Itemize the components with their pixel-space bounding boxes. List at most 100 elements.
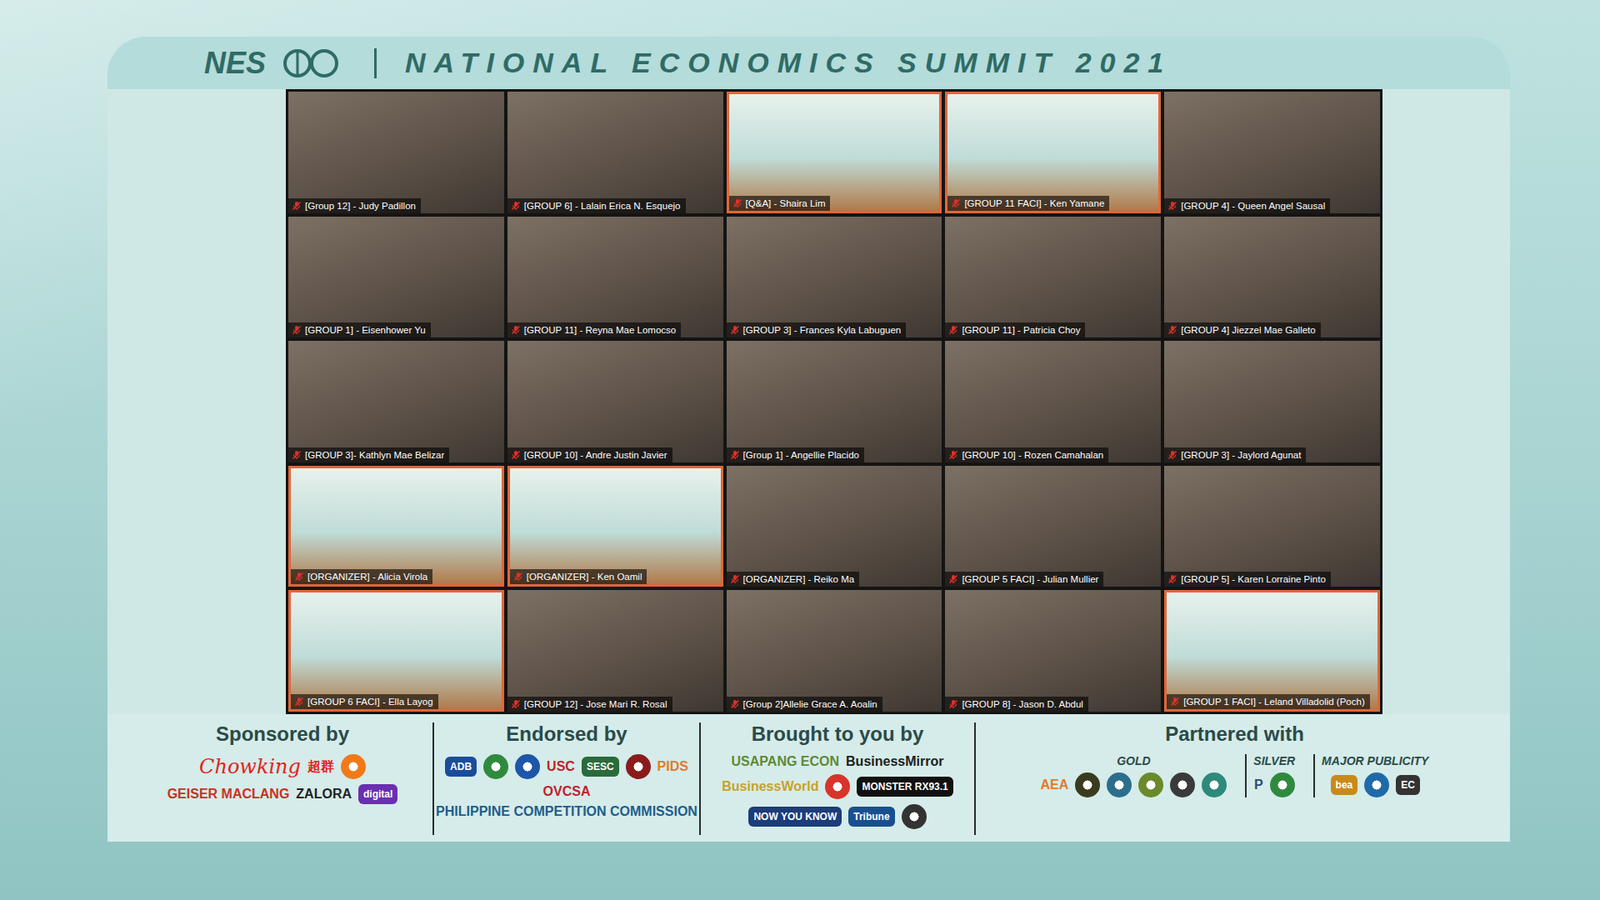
tier-label: MAJOR PUBLICITY [1321, 754, 1429, 768]
participant-tile[interactable]: [GROUP 3] - Frances Kyla Labuguen [726, 216, 943, 339]
participant-tile[interactable]: [GROUP 4] - Queen Angel Sausal [1164, 91, 1380, 214]
muted-mic-icon [294, 571, 305, 582]
word-logo: USC [546, 759, 575, 775]
sponsor-tier: SILVERP [1245, 754, 1302, 798]
section-title: Endorsed by [505, 722, 627, 746]
tier-row: GOLD AEA SILVERP MAJOR PUBLICITY beaEC [984, 754, 1485, 798]
participant-tile[interactable]: [Q&A] - Shaira Lim [726, 91, 943, 214]
participant-tile[interactable]: [GROUP 10] - Rozen Camahalan [945, 340, 1161, 463]
participant-name: [GROUP 6] - Lalain Erica N. Esquejo [524, 200, 681, 211]
participant-name: [GROUP 11 FACI] - Ken Yamane [964, 198, 1105, 209]
participant-tile[interactable]: [GROUP 1 FACI] - Leland Villadolid (Poch… [1164, 590, 1380, 712]
muted-mic-icon [1167, 450, 1178, 460]
name-tag: [Q&A] - Shaira Lim [729, 195, 831, 211]
word-logo: 超群 [307, 758, 335, 776]
seal-logo-icon [1364, 772, 1390, 798]
muted-mic-icon [732, 198, 743, 209]
participant-tile[interactable]: [GROUP 11] - Patricia Choy [945, 216, 1161, 339]
logo-row: AEA [1040, 772, 1228, 798]
broadcast-frame: NESNATIONAL ECONOMICS SUMMIT 2021[Group … [107, 36, 1510, 842]
participant-name: [ORGANIZER] - Reiko Ma [743, 574, 855, 585]
name-tag: [GROUP 3] - Frances Kyla Labuguen [726, 322, 907, 338]
participant-tile[interactable]: [GROUP 6] - Lalain Erica N. Esquejo [507, 91, 724, 214]
muted-mic-icon [291, 325, 302, 335]
tier-row: USAPANG ECONBusinessMirrorBusinessWorldM… [709, 754, 966, 830]
participant-tile[interactable]: [GROUP 11] - Reyna Mae Lomocso [507, 216, 724, 339]
sponsor-tier: USAPANG ECONBusinessMirrorBusinessWorldM… [709, 754, 966, 830]
badge-logo: EC [1395, 775, 1420, 795]
participant-tile[interactable]: [GROUP 5] - Karen Lorraine Pinto [1164, 465, 1380, 588]
participant-tile[interactable]: [GROUP 6 FACI] - Ella Layog [288, 590, 505, 712]
name-tag: [GROUP 10] - Andre Justin Javier [507, 447, 673, 463]
participant-tile[interactable]: [GROUP 12] - Jose Mari R. Rosal [507, 590, 724, 712]
page: NESNATIONAL ECONOMICS SUMMIT 2021[Group … [0, 0, 1600, 900]
muted-mic-icon [730, 699, 740, 710]
name-tag: [GROUP 11] - Reyna Mae Lomocso [507, 322, 681, 338]
participant-tile[interactable]: [GROUP 3]- Kathlyn Mae Belizar [288, 340, 505, 463]
badge-logo: Tribune [848, 806, 895, 827]
muted-mic-icon [1170, 696, 1180, 707]
seal-logo-icon [901, 804, 927, 830]
participant-tile[interactable]: [Group 2]Allelie Grace A. Aoalin [726, 590, 943, 712]
participant-tile[interactable]: [GROUP 8] - Jason D. Abdul [945, 590, 1161, 712]
sponsor-tier: Chowking超群GEISER MACLANGZALORAdigital [140, 754, 425, 805]
tier-label: SILVER [1253, 754, 1295, 768]
name-tag: [Group 2]Allelie Grace A. Aoalin [726, 696, 883, 712]
muted-mic-icon [513, 571, 524, 582]
name-tag: [GROUP 10] - Rozen Camahalan [945, 447, 1109, 463]
word-logo: BusinessMirror [845, 754, 944, 770]
participant-name: [GROUP 4] - Queen Angel Sausal [1180, 200, 1325, 211]
participant-tile[interactable]: [ORGANIZER] - Reiko Ma [726, 465, 943, 588]
participant-name: [GROUP 8] - Jason D. Abdul [961, 699, 1084, 710]
participant-tile[interactable]: [Group 1] - Angellie Placido [726, 340, 943, 463]
participant-tile[interactable]: [GROUP 1] - Eisenhower Yu [288, 216, 505, 339]
participant-name: [Group 1] - Angellie Placido [743, 450, 860, 460]
word-logo: PIDS [657, 759, 689, 775]
participant-tile[interactable]: [GROUP 4] Jiezzel Mae Galleto [1164, 216, 1380, 339]
participant-name: [Group 2]Allelie Grace A. Aoalin [743, 699, 878, 710]
participant-tile[interactable]: [GROUP 3] - Jaylord Agunat [1164, 340, 1380, 463]
participant-tile[interactable]: [GROUP 10] - Andre Justin Javier [507, 340, 724, 463]
muted-mic-icon [510, 450, 521, 460]
section-title: Brought to you by [751, 722, 925, 746]
seal-logo-icon [1170, 772, 1195, 798]
script-logo: Chowking [199, 755, 301, 779]
muted-mic-icon [950, 198, 961, 209]
name-tag: [GROUP 5] - Karen Lorraine Pinto [1164, 571, 1331, 587]
muted-mic-icon [948, 450, 959, 460]
tier-label: GOLD [1116, 754, 1150, 768]
seal-logo-icon [515, 754, 540, 780]
nes-logo: NES [204, 45, 266, 81]
participant-name: [GROUP 11] - Reyna Mae Lomocso [524, 325, 676, 335]
seal-logo-icon [625, 754, 651, 780]
name-tag: [Group 1] - Angellie Placido [726, 447, 865, 463]
participant-name: [Group 12] - Judy Padillon [305, 200, 416, 211]
participant-tile[interactable]: [GROUP 5 FACI] - Julian Mullier [945, 465, 1161, 588]
muted-mic-icon [730, 574, 740, 585]
tier-row: ADBUSCSESCPIDSOVCSAPHILIPPINE COMPETITIO… [442, 754, 691, 820]
participant-tile[interactable]: [Group 12] - Judy Padillon [288, 91, 505, 214]
name-tag: [GROUP 1 FACI] - Leland Villadolid (Poch… [1166, 694, 1370, 710]
logo-row: beaEC [1330, 772, 1420, 798]
muted-mic-icon [1167, 325, 1178, 335]
name-tag: [ORGANIZER] - Alicia Virola [290, 569, 433, 585]
summit-globe-icon [279, 46, 346, 80]
sponsor-section: Brought to you by USAPANG ECONBusinessMir… [699, 722, 975, 835]
participant-tile[interactable]: [ORGANIZER] - Alicia Virola [288, 465, 505, 588]
muted-mic-icon [1167, 200, 1178, 211]
participant-name: [GROUP 3] - Frances Kyla Labuguen [743, 325, 902, 335]
name-tag: [GROUP 12] - Jose Mari R. Rosal [507, 696, 673, 712]
name-tag: [GROUP 4] - Queen Angel Sausal [1164, 198, 1330, 214]
participant-name: [GROUP 1 FACI] - Leland Villadolid (Poch… [1183, 696, 1365, 707]
muted-mic-icon [294, 696, 305, 707]
logo-row: Chowking超群GEISER MACLANGZALORAdigital [147, 754, 418, 805]
muted-mic-icon [510, 699, 521, 710]
word-logo: GEISER MACLANG [167, 786, 290, 802]
seal-logo-icon [1075, 772, 1100, 798]
sponsor-section: Partnered withGOLDAEASILVERPMAJOR PUBLIC… [974, 722, 1494, 835]
participant-tile[interactable]: [GROUP 11 FACI] - Ken Yamane [945, 91, 1161, 214]
participant-tile[interactable]: [ORGANIZER] - Ken Oamil [507, 465, 724, 588]
name-tag: [GROUP 8] - Jason D. Abdul [945, 696, 1089, 712]
participant-name: [Q&A] - Shaira Lim [745, 198, 826, 209]
participant-name: [GROUP 10] - Andre Justin Javier [524, 450, 668, 460]
